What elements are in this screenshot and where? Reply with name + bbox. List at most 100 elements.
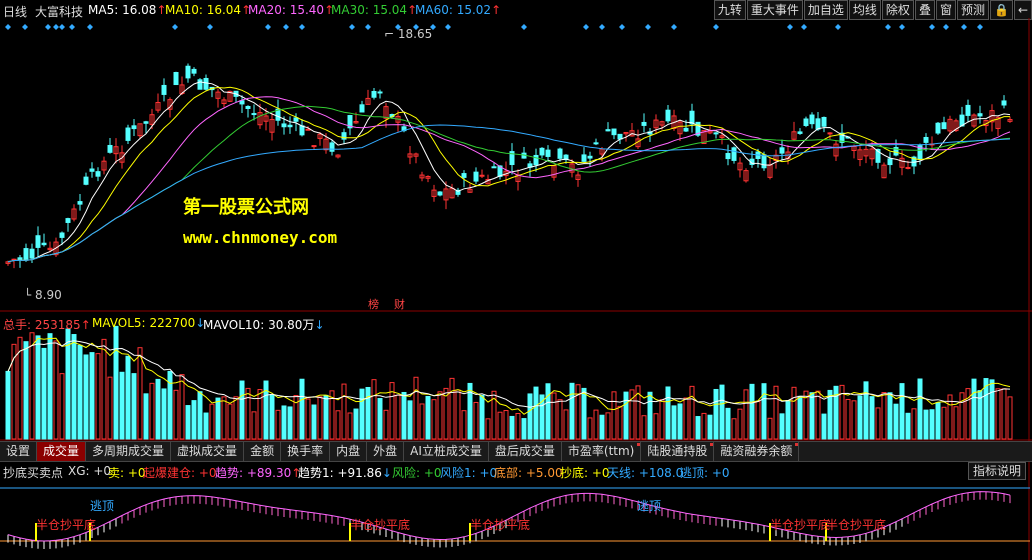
- volume-bar: [623, 391, 629, 440]
- indicator-help-button[interactable]: 指标说明: [967, 462, 1026, 480]
- low-price-label: └ 8.90: [24, 288, 62, 302]
- indicator-trend1: 趋势1: +91.86↓: [298, 466, 392, 480]
- tab-9[interactable]: 盘后成交量: [489, 442, 562, 461]
- indicator-xg: XG: +0: [68, 464, 112, 478]
- indicator-name[interactable]: 抄底买卖点: [3, 464, 63, 481]
- indicator-trend: 趋势: +89.30↑: [215, 466, 302, 480]
- volume-bar: [173, 389, 179, 440]
- major-events-button[interactable]: 重大事件: [746, 0, 803, 20]
- volume-bar: [851, 400, 857, 440]
- volume-bar: [899, 383, 905, 440]
- volume-bar: [695, 416, 701, 440]
- volume-bar: [761, 383, 767, 440]
- volume-bar: [803, 390, 809, 440]
- candle-body: [83, 176, 89, 185]
- marker-diamond: [671, 24, 677, 30]
- candle-body: [185, 65, 191, 79]
- window-button[interactable]: 窗: [935, 0, 956, 20]
- candle-body: [305, 128, 311, 131]
- tab-12[interactable]: 融资融券余额: [714, 442, 800, 461]
- candle-body: [821, 116, 827, 127]
- volume-bar: [377, 398, 383, 440]
- tab-11[interactable]: 陆股通持股: [641, 442, 715, 461]
- volume-bar: [215, 397, 221, 440]
- candle-body: [545, 149, 551, 157]
- candle-body: [809, 114, 815, 125]
- marker-diamond: [207, 24, 213, 30]
- ma30-line: [7, 105, 1011, 263]
- volume-bar: [155, 378, 161, 440]
- tab-5[interactable]: 换手率: [281, 442, 331, 461]
- half-position-label-3: 半仓抄平底: [470, 518, 531, 532]
- volume-bar: [365, 386, 371, 440]
- lock-icon[interactable]: 🔒: [989, 0, 1013, 20]
- candle-body: [593, 142, 599, 145]
- volume-bar: [893, 403, 899, 440]
- tab-2[interactable]: 多周期成交量: [86, 442, 172, 461]
- candle-body: [251, 113, 257, 116]
- event-tag-bang[interactable]: 榜: [368, 296, 379, 312]
- volume-bar: [863, 381, 869, 440]
- forecast-button[interactable]: 预测: [956, 0, 989, 20]
- mavol5: MAVOL5: 222700↓: [92, 316, 206, 330]
- candle-body: [287, 124, 293, 128]
- volume-bar: [41, 347, 47, 440]
- overlay-button[interactable]: 叠: [914, 0, 935, 20]
- tab-1[interactable]: 成交量: [37, 442, 87, 461]
- tab-4[interactable]: 金额: [244, 442, 282, 461]
- moving-average-button[interactable]: 均线: [848, 0, 881, 20]
- candle-body: [977, 113, 983, 117]
- event-tag-cai[interactable]: 财: [394, 296, 405, 312]
- tab-0[interactable]: 设置: [0, 442, 38, 461]
- candle-body: [725, 152, 731, 160]
- candle-body: [161, 84, 167, 95]
- volume-bar: [779, 413, 785, 440]
- marker-diamond: [349, 24, 355, 30]
- volume-bar: [353, 408, 359, 440]
- volume-bar: [545, 383, 551, 440]
- marker-diamond: [87, 24, 93, 30]
- ex-rights-button[interactable]: 除权: [881, 0, 914, 20]
- tab-8[interactable]: AI立桩成交量: [404, 442, 489, 461]
- total-volume: 总手: 253185↑: [3, 318, 91, 332]
- marker-diamond: [899, 24, 905, 30]
- volume-bar: [971, 378, 977, 440]
- candle-body: [761, 154, 767, 169]
- volume-bar: [407, 400, 413, 440]
- volume-bar: [497, 411, 503, 440]
- volume-bar: [89, 352, 95, 440]
- tab-7[interactable]: 外盘: [367, 442, 405, 461]
- candle-body: [905, 166, 911, 169]
- volume-bar: [683, 397, 689, 440]
- tab-6[interactable]: 内盘: [330, 442, 368, 461]
- volume-bar: [641, 415, 647, 440]
- volume-bar: [437, 391, 443, 440]
- volume-bar: [137, 347, 143, 440]
- volume-bar: [605, 412, 611, 440]
- volume-bar: [401, 391, 407, 440]
- jiuzhuan-button[interactable]: 九转: [713, 0, 746, 20]
- volume-bar: [791, 386, 797, 440]
- tab-3[interactable]: 虚拟成交量: [171, 442, 245, 461]
- left-arrow-icon[interactable]: ←: [1013, 0, 1032, 20]
- volume-bar: [227, 403, 233, 440]
- marker-diamond: [787, 24, 793, 30]
- tab-10[interactable]: 市盈率(ttm): [562, 442, 642, 461]
- volume-bar: [53, 340, 59, 440]
- volume-bar: [593, 409, 599, 440]
- add-watchlist-button[interactable]: 加自选: [803, 0, 848, 20]
- candle-body: [23, 248, 29, 261]
- volume-bar: [665, 386, 671, 440]
- volume-bar: [221, 396, 227, 440]
- volume-bar: [503, 410, 509, 440]
- marker-diamond: [22, 24, 28, 30]
- volume-bar: [29, 332, 35, 440]
- candle-body: [143, 121, 149, 124]
- volume-bar: [509, 415, 515, 440]
- candle-body: [359, 104, 365, 113]
- volume-bar: [677, 403, 683, 440]
- volume-bar: [911, 408, 917, 440]
- candle-body: [239, 100, 245, 105]
- candle-body: [557, 148, 563, 159]
- candle-body: [473, 171, 479, 182]
